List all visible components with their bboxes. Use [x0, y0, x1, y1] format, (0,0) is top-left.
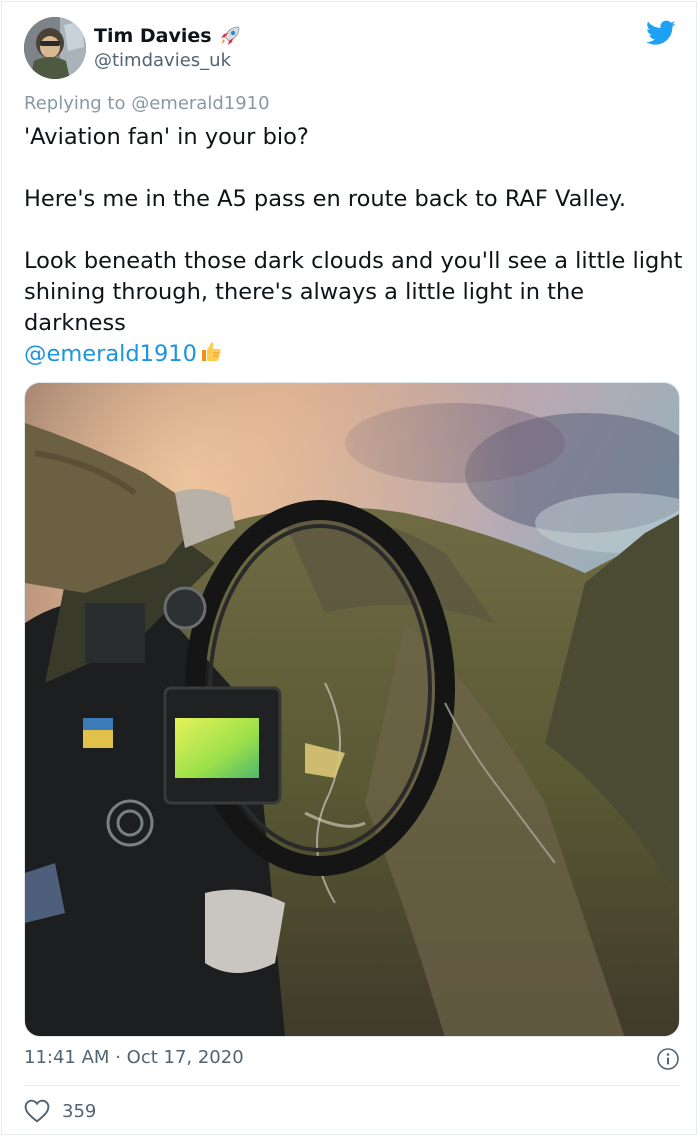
replying-mention[interactable]: @emerald1910 [131, 93, 269, 114]
thumbs-up-icon [201, 342, 221, 361]
twitter-bird-icon[interactable] [646, 20, 676, 46]
timestamp[interactable]: 11:41 AM · Oct 17, 2020 [24, 1047, 244, 1068]
tweet-line: Here's me in the A5 pass en route back t… [24, 186, 627, 212]
cockpit-photo [25, 383, 679, 1036]
tweet-text: 'Aviation fan' in your bio? Here's me in… [24, 122, 684, 370]
like-count: 359 [62, 1100, 97, 1122]
replying-to: Replying to @emerald1910 [24, 93, 270, 114]
author-name[interactable]: Tim Davies [94, 25, 212, 47]
author-name-row[interactable]: Tim Davies [94, 24, 242, 48]
avatar-image [24, 17, 86, 79]
author-handle[interactable]: @timdavies_uk [94, 50, 231, 71]
like-action[interactable]: 359 [24, 1099, 96, 1123]
timestamp-row: 11:41 AM · Oct 17, 2020 [24, 1045, 680, 1073]
heart-icon[interactable] [24, 1099, 50, 1123]
replying-prefix: Replying to [24, 93, 126, 114]
tweet-card: Tim Davies @timdavies_uk Replying to @em… [1, 1, 697, 1135]
tweet-mention-link[interactable]: @emerald1910 [24, 341, 197, 367]
tweet-line: Look beneath those dark clouds and you'l… [24, 248, 683, 336]
tweet-mention-line: @emerald1910 [24, 339, 684, 370]
tweet-date[interactable]: Oct 17, 2020 [127, 1047, 244, 1068]
divider [24, 1085, 680, 1086]
avatar[interactable] [24, 17, 86, 79]
separator-dot: · [115, 1047, 121, 1068]
rocket-icon [220, 26, 239, 45]
tweet-photo[interactable] [24, 382, 680, 1037]
tweet-line: 'Aviation fan' in your bio? [24, 124, 309, 150]
tweet-time[interactable]: 11:41 AM [24, 1047, 109, 1068]
info-icon[interactable] [656, 1047, 680, 1071]
